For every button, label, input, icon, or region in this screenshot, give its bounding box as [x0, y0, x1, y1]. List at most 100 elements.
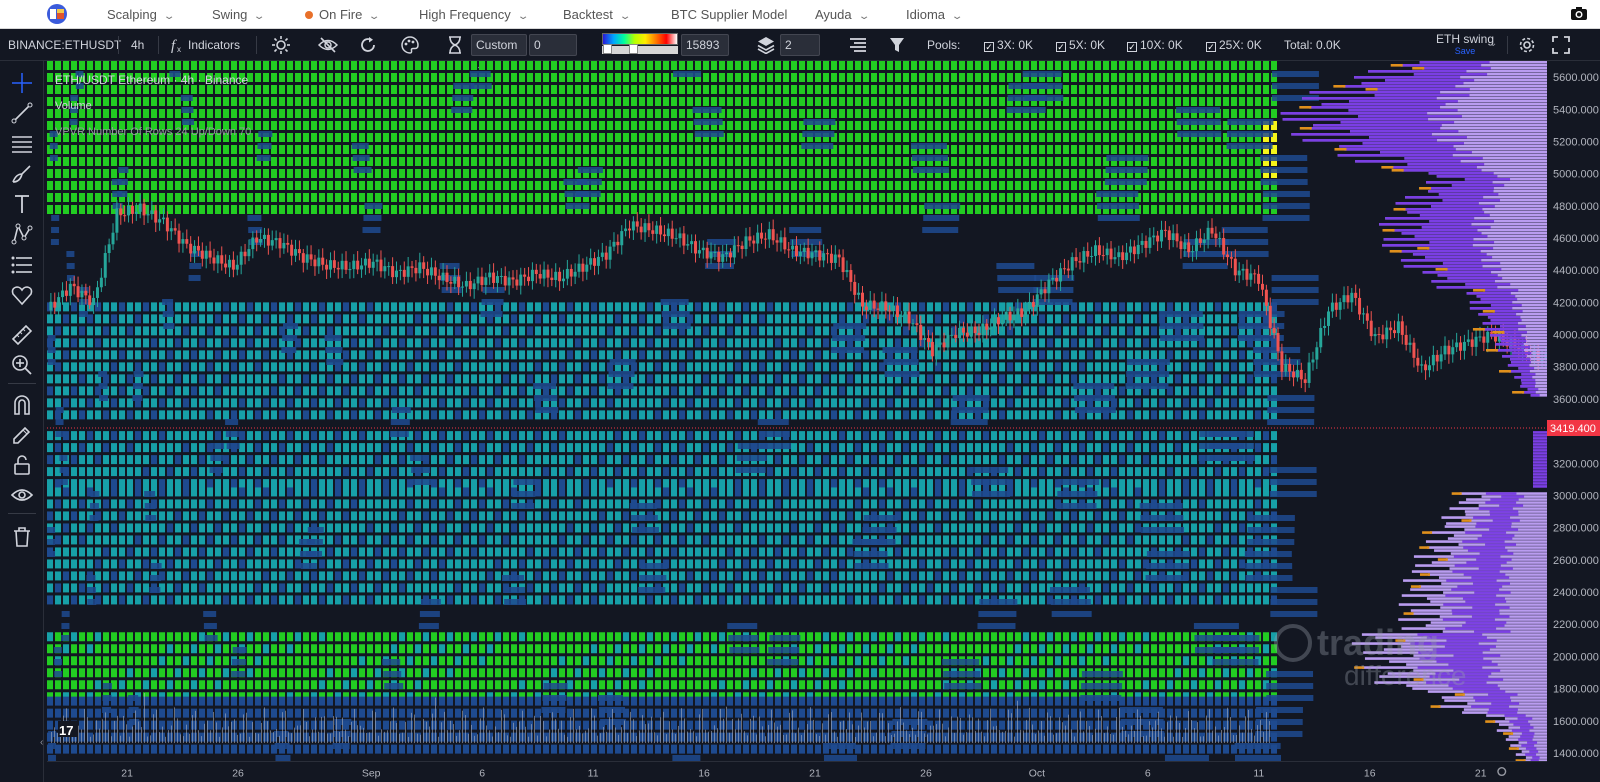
indicators-button[interactable]: Indicators [188, 29, 240, 61]
checkbox-icon[interactable]: ✓ [984, 42, 994, 52]
nav-item-label: Ayuda [815, 7, 852, 22]
heatmap-cell [639, 398, 645, 408]
checkbox-icon[interactable]: ✓ [1127, 42, 1137, 52]
heatmap-cell [335, 431, 341, 441]
heatmap-cell [823, 338, 829, 348]
heatmap-cell [855, 499, 861, 509]
heatmap-cell [1119, 61, 1125, 70]
function-icon[interactable]: f x [170, 37, 184, 53]
gradient-max-input[interactable]: 15893 [681, 34, 729, 56]
stay-in-drawing-icon[interactable] [10, 423, 34, 447]
nav-item-ayuda[interactable]: Ayuda ⌄ [815, 0, 870, 29]
chart-canvas[interactable]: trading difference 17 [47, 61, 1547, 761]
symbol-search[interactable]: BINANCE:ETHUSDT [8, 29, 121, 61]
color-palette-icon[interactable] [401, 36, 419, 54]
trash-icon[interactable] [10, 525, 34, 549]
nav-item-btc-supplier-model[interactable]: BTC Supplier Model [671, 0, 787, 29]
prediction-icon[interactable] [10, 253, 34, 277]
refresh-icon[interactable] [359, 36, 377, 54]
layers-icon[interactable] [757, 36, 775, 54]
timeframe-mode-select[interactable]: Custom ⌄ [471, 34, 527, 71]
checkbox-icon[interactable]: ✓ [1056, 42, 1066, 52]
pool-toggle-3[interactable]: ✓ 10X: 0K [1127, 29, 1183, 61]
horizontal-lines-icon[interactable] [10, 132, 34, 156]
color-gradient-slider[interactable] [602, 33, 678, 45]
heatmap-cell [911, 73, 917, 82]
pool-toggle-4[interactable]: ✓ 25X: 0K [1206, 29, 1262, 61]
heatmap-cell [383, 133, 389, 142]
heatmap-cell [799, 169, 805, 178]
heatmap-cell [823, 326, 829, 336]
nav-item-high-frequency[interactable]: High Frequency ⌄ [419, 0, 529, 29]
brand-logo-icon[interactable] [46, 3, 68, 25]
zoom-in-icon[interactable] [10, 353, 34, 377]
heatmap-cell [1103, 431, 1109, 441]
hide-eye-icon[interactable] [318, 36, 338, 54]
chevron-down-icon[interactable]: ⌄ [1489, 38, 1497, 49]
heatmap-cell [271, 314, 277, 324]
lock-icon[interactable] [10, 453, 34, 477]
heatmap-cell [775, 479, 781, 489]
pattern-icon[interactable] [10, 222, 34, 246]
checkbox-icon[interactable]: ✓ [1206, 42, 1216, 52]
fullscreen-icon[interactable] [1552, 36, 1570, 54]
heatmap-cell [223, 479, 229, 489]
nav-item-idioma[interactable]: Idioma ⌄ [906, 0, 964, 29]
pool-toggle-1[interactable]: ✓ 3X: 0K [984, 29, 1033, 61]
heatmap-cell [367, 362, 373, 372]
heatmap-cell [47, 431, 53, 441]
magnet-icon[interactable] [10, 393, 34, 417]
pool-toggle-2[interactable]: ✓ 5X: 0K [1056, 29, 1105, 61]
heatmap-cell [439, 193, 445, 202]
align-lines-icon[interactable] [849, 36, 867, 54]
heatmap-cell [999, 398, 1005, 408]
trend-line-icon[interactable] [10, 101, 34, 125]
heatmap-cell [839, 302, 845, 312]
heatmap-cell [1055, 145, 1061, 154]
heatmap-cell [567, 443, 573, 453]
nav-item-scalping[interactable]: Scalping ⌄ [107, 0, 175, 29]
heatmap-cell [383, 386, 389, 396]
heatmap-cell [1247, 350, 1253, 360]
brush-icon[interactable] [10, 162, 34, 186]
layers-count-input[interactable]: 2 [780, 34, 820, 56]
heatmap-cell [383, 97, 389, 106]
heatmap-cell [991, 133, 997, 142]
heatmap-cell [895, 487, 901, 497]
heatmap-cell [1199, 205, 1205, 214]
ruler-icon[interactable] [10, 323, 34, 347]
hourglass-icon[interactable] [448, 36, 462, 54]
nav-item-swing[interactable]: Swing ⌄ [212, 0, 266, 29]
heatmap-cell [983, 350, 989, 360]
heatmap-cell [303, 350, 309, 360]
heatmap-cell [871, 479, 877, 489]
camera-icon[interactable] [1570, 5, 1588, 23]
heatmap-cell [855, 443, 861, 453]
collapse-toolbar-icon[interactable]: ‹ [40, 737, 43, 748]
eye-icon[interactable] [10, 483, 34, 507]
heatmap-cell [439, 61, 445, 70]
heatmap-cell [935, 314, 941, 324]
heatmap-cell [327, 193, 333, 202]
filter-icon[interactable] [889, 36, 905, 54]
heatmap-cell [431, 121, 437, 130]
heatmap-cell [55, 61, 61, 70]
gradient-handle-left[interactable] [603, 44, 612, 54]
timeframe-value-input[interactable]: 0 [529, 34, 577, 56]
crosshair-icon[interactable] [10, 71, 34, 95]
heatmap-cell [1207, 499, 1213, 509]
heatmap-cell [447, 338, 453, 348]
interval-selector[interactable]: 4h [131, 29, 144, 61]
heatmap-cell [975, 455, 981, 465]
settings-sun-icon[interactable] [272, 36, 290, 54]
nav-item-on-fire[interactable]: On Fire ⌄ [305, 0, 381, 29]
gear-icon[interactable] [1518, 36, 1536, 54]
text-icon[interactable] [10, 192, 34, 216]
nav-item-backtest[interactable]: Backtest ⌄ [563, 0, 631, 29]
gradient-handle-right[interactable] [629, 44, 638, 54]
heart-icon[interactable] [10, 283, 34, 307]
heatmap-cell [887, 410, 893, 420]
heatmap-cell [703, 499, 709, 509]
heatmap-cell [807, 499, 813, 509]
heatmap-cell [1111, 487, 1117, 497]
